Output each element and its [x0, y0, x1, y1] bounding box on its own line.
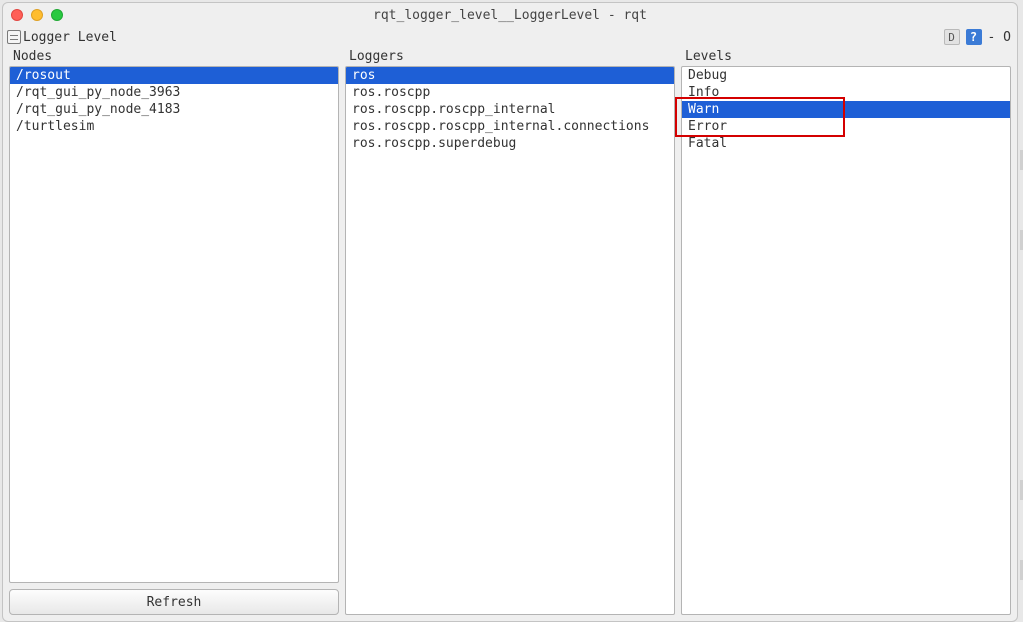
- refresh-button[interactable]: Refresh: [9, 589, 339, 615]
- plugin-icon: [7, 30, 21, 44]
- toolbar-label: Logger Level: [23, 30, 117, 45]
- help-button[interactable]: ?: [966, 29, 982, 45]
- loggers-list-item[interactable]: ros.roscpp.roscpp_internal.connections: [346, 118, 674, 135]
- loggers-list-item[interactable]: ros.roscpp: [346, 84, 674, 101]
- levels-list-item[interactable]: Warn: [682, 101, 1010, 118]
- toolbar-right: D ? - O: [944, 29, 1011, 45]
- levels-list-item[interactable]: Error: [682, 118, 1010, 135]
- dock-button[interactable]: D: [944, 29, 960, 45]
- nodes-list-item[interactable]: /turtlesim: [10, 118, 338, 135]
- levels-list-item[interactable]: Debug: [682, 67, 1010, 84]
- levels-column: Levels DebugInfoWarnErrorFatal: [681, 49, 1011, 615]
- nodes-label: Nodes: [9, 49, 339, 66]
- levels-list-item[interactable]: Fatal: [682, 135, 1010, 152]
- maximize-icon[interactable]: [51, 9, 63, 21]
- levels-list-item[interactable]: Info: [682, 84, 1010, 101]
- levels-label: Levels: [681, 49, 1011, 66]
- titlebar: rqt_logger_level__LoggerLevel - rqt: [3, 3, 1017, 27]
- nodes-list-item[interactable]: /rosout: [10, 67, 338, 84]
- main-window: rqt_logger_level__LoggerLevel - rqt Logg…: [2, 2, 1018, 622]
- loggers-column: Loggers rosros.roscppros.roscpp.roscpp_i…: [345, 49, 675, 615]
- nodes-list[interactable]: /rosout/rqt_gui_py_node_3963/rqt_gui_py_…: [9, 66, 339, 583]
- nodes-list-item[interactable]: /rqt_gui_py_node_3963: [10, 84, 338, 101]
- close-icon[interactable]: [11, 9, 23, 21]
- toolbar-trail: - O: [988, 30, 1011, 45]
- minimize-icon[interactable]: [31, 9, 43, 21]
- content: Nodes /rosout/rqt_gui_py_node_3963/rqt_g…: [3, 49, 1017, 621]
- window-controls: [11, 9, 63, 21]
- nodes-list-item[interactable]: /rqt_gui_py_node_4183: [10, 101, 338, 118]
- loggers-list-item[interactable]: ros: [346, 67, 674, 84]
- loggers-label: Loggers: [345, 49, 675, 66]
- loggers-list-item[interactable]: ros.roscpp.roscpp_internal: [346, 101, 674, 118]
- toolbar: Logger Level D ? - O: [3, 27, 1017, 49]
- window-title: rqt_logger_level__LoggerLevel - rqt: [3, 8, 1017, 23]
- loggers-list[interactable]: rosros.roscppros.roscpp.roscpp_internalr…: [345, 66, 675, 615]
- nodes-column: Nodes /rosout/rqt_gui_py_node_3963/rqt_g…: [9, 49, 339, 615]
- loggers-list-item[interactable]: ros.roscpp.superdebug: [346, 135, 674, 152]
- levels-list[interactable]: DebugInfoWarnErrorFatal: [681, 66, 1011, 615]
